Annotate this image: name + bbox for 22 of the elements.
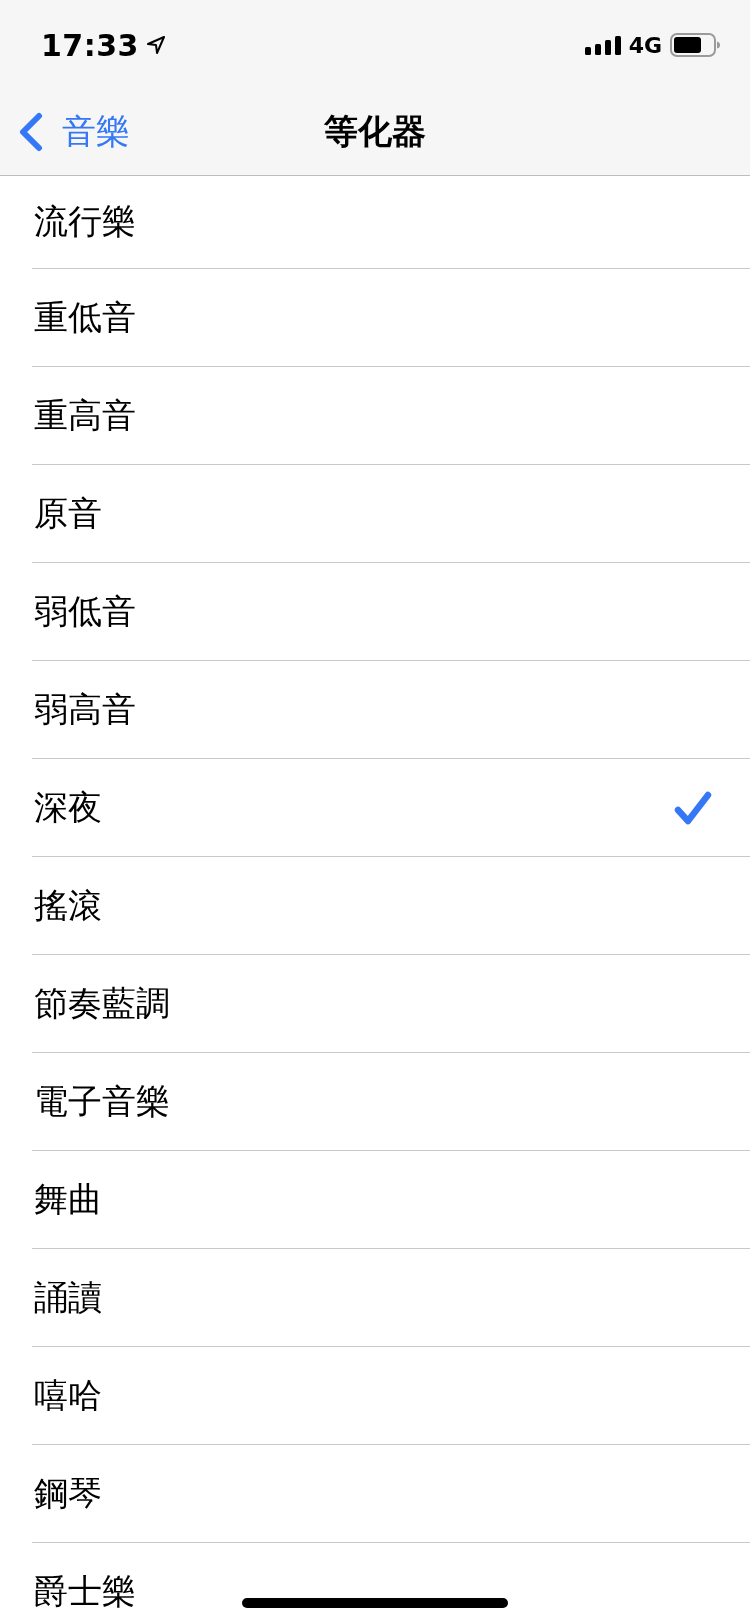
equalizer-preset-item[interactable]: 重低音 xyxy=(32,269,750,367)
status-time: 17:33 xyxy=(41,27,139,63)
equalizer-preset-item[interactable]: 弱低音 xyxy=(32,563,750,661)
equalizer-preset-item[interactable]: 搖滾 xyxy=(32,857,750,955)
equalizer-preset-item[interactable]: 弱高音 xyxy=(32,661,750,759)
equalizer-preset-item[interactable]: 節奏藍調 xyxy=(32,955,750,1053)
equalizer-preset-item[interactable]: 嘻哈 xyxy=(32,1347,750,1445)
equalizer-preset-item[interactable]: 鋼琴 xyxy=(32,1445,750,1543)
equalizer-preset-item[interactable]: 重高音 xyxy=(32,367,750,465)
equalizer-preset-item[interactable]: 誦讀 xyxy=(32,1249,750,1347)
equalizer-preset-item[interactable]: 舞曲 xyxy=(32,1151,750,1249)
equalizer-preset-item[interactable]: 深夜 xyxy=(32,759,750,857)
back-button[interactable]: 音樂 xyxy=(18,108,130,155)
battery-icon xyxy=(670,33,720,57)
location-arrow-icon xyxy=(146,35,166,55)
signal-bars-icon xyxy=(584,35,621,55)
equalizer-preset-item[interactable]: 流行樂 xyxy=(32,176,750,269)
equalizer-preset-item[interactable]: 原音 xyxy=(32,465,750,563)
network-type: 4G xyxy=(628,32,662,58)
chevron-left-icon xyxy=(18,111,44,152)
equalizer-preset-item[interactable]: 電子音樂 xyxy=(32,1053,750,1151)
screen-title: 等化器 xyxy=(324,109,426,153)
